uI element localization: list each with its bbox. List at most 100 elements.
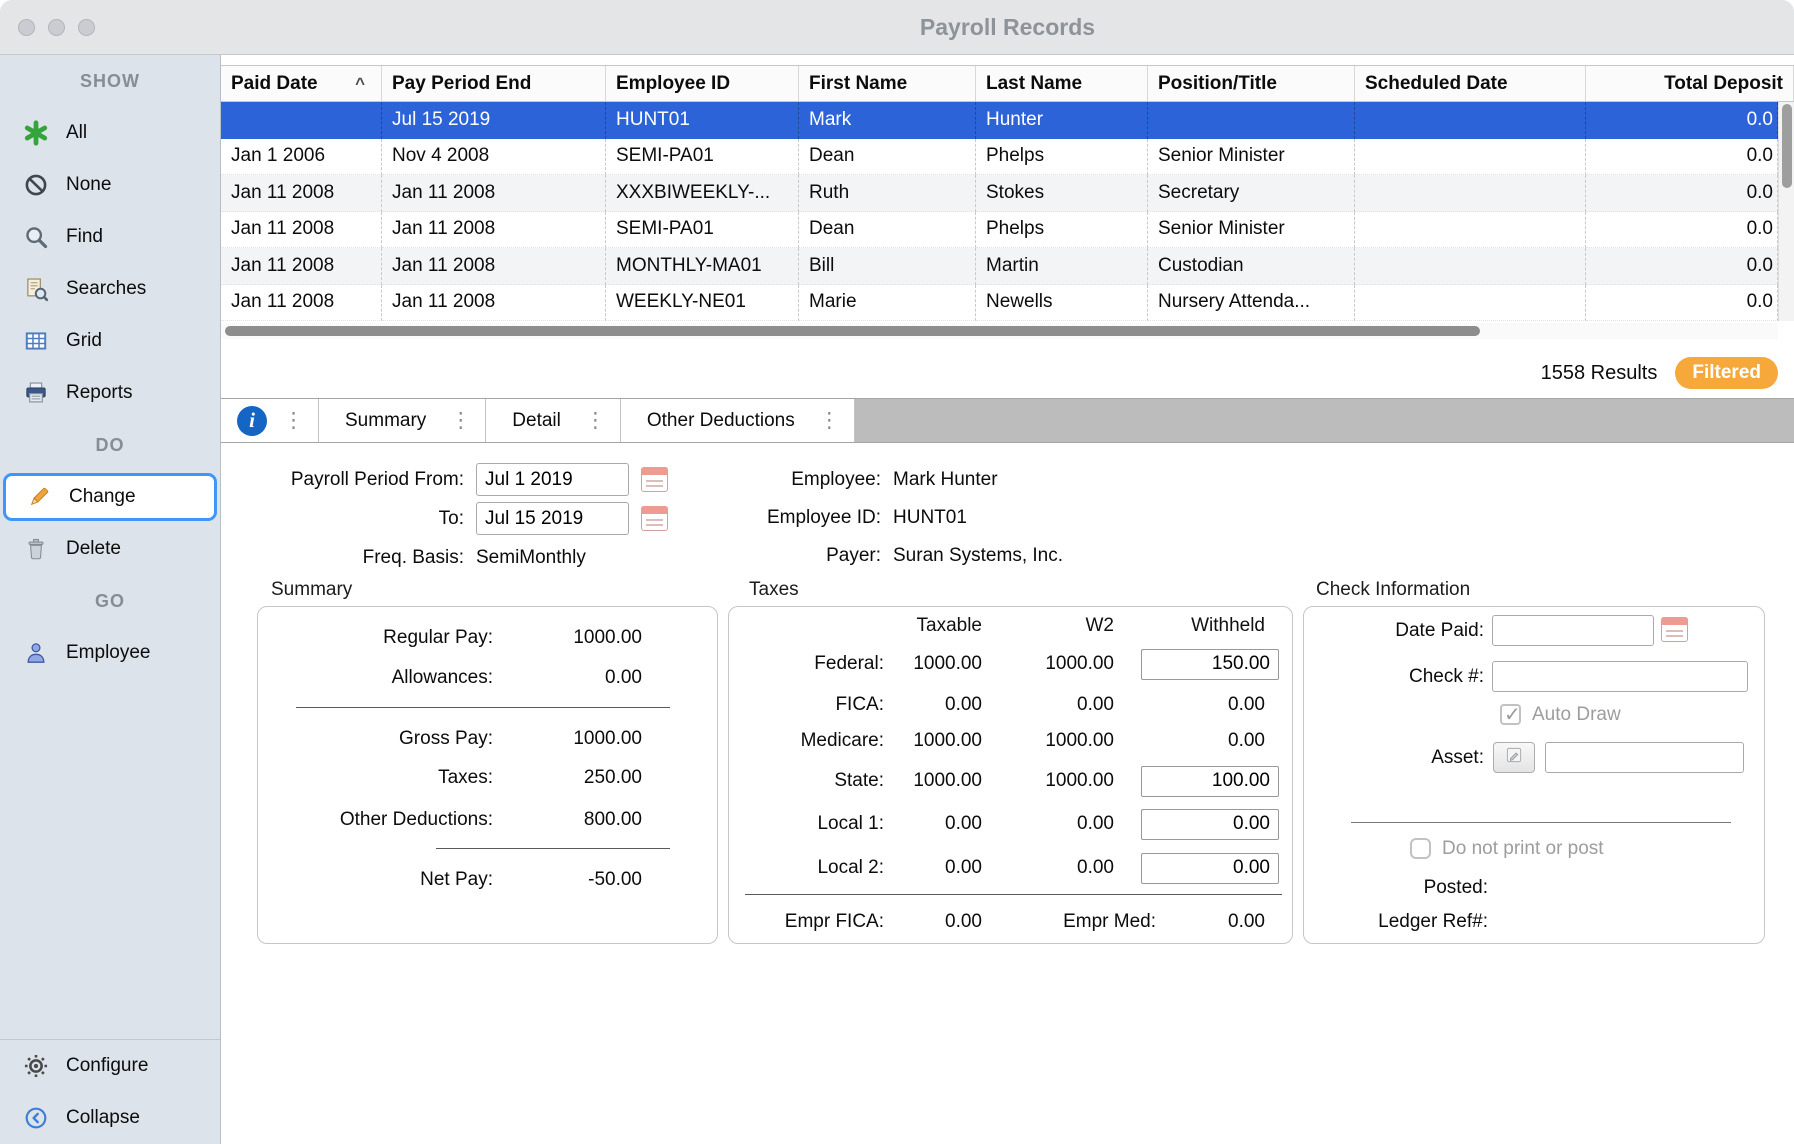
- sidebar-item-none[interactable]: None: [0, 159, 220, 211]
- table-cell: 0.0: [1586, 139, 1778, 176]
- other-deductions-value: 800.00: [493, 809, 642, 831]
- vertical-scrollbar[interactable]: [1778, 102, 1794, 321]
- info-button[interactable]: [221, 399, 319, 442]
- column-header-pay-period-end[interactable]: Pay Period End: [382, 66, 606, 101]
- table-cell: Nursery Attenda...: [1148, 285, 1355, 322]
- sidebar-item-change[interactable]: Change: [3, 473, 217, 521]
- horizontal-scrollbar[interactable]: [221, 323, 1778, 339]
- drag-handle-icon[interactable]: [819, 410, 840, 431]
- posted-label: Posted:: [1308, 871, 1488, 905]
- column-header-employee-id[interactable]: Employee ID: [606, 66, 799, 101]
- drag-handle-icon[interactable]: [283, 410, 304, 431]
- column-header-last-name[interactable]: Last Name: [976, 66, 1148, 101]
- table-cell: Jan 11 2008: [221, 248, 382, 285]
- table-cell: 0.0: [1586, 248, 1778, 285]
- sidebar-item-grid[interactable]: Grid: [0, 315, 220, 367]
- column-header-scheduled-date[interactable]: Scheduled Date: [1355, 66, 1586, 101]
- auto-draw-checkbox[interactable]: [1500, 704, 1521, 725]
- sidebar-item-all[interactable]: All: [0, 107, 220, 159]
- horizontal-scrollbar-thumb[interactable]: [225, 326, 1480, 336]
- filtered-badge[interactable]: Filtered: [1675, 357, 1778, 389]
- date-paid-input[interactable]: [1492, 615, 1654, 646]
- column-label: Paid Date: [231, 73, 318, 95]
- column-header-position-title[interactable]: Position/Title: [1148, 66, 1355, 101]
- table-row[interactable]: Jan 1 2006 Nov 4 2008 SEMI-PA01 Dean Phe…: [221, 139, 1778, 176]
- medicare-withheld: 0.00: [1128, 730, 1279, 752]
- taxes-value: 250.00: [493, 767, 642, 789]
- sidebar-item-label: Change: [69, 486, 136, 508]
- sidebar-item-configure[interactable]: Configure: [0, 1040, 220, 1092]
- state-withheld-input[interactable]: [1141, 766, 1279, 797]
- sidebar-section-do: DO: [0, 419, 220, 471]
- tab-detail[interactable]: Detail: [486, 399, 621, 442]
- sidebar: SHOW All None Find Searches Grid Reports…: [0, 55, 221, 1144]
- empr-fica-value: 0.00: [884, 911, 996, 933]
- column-header-paid-date[interactable]: Paid Date^: [221, 66, 382, 101]
- sidebar-item-reports[interactable]: Reports: [0, 367, 220, 419]
- regular-pay-value: 1000.00: [493, 627, 642, 649]
- drag-handle-icon[interactable]: [585, 410, 606, 431]
- local1-withheld-input[interactable]: [1141, 809, 1279, 840]
- minimize-button[interactable]: [48, 19, 65, 36]
- table-header: Paid Date^ Pay Period End Employee ID Fi…: [221, 65, 1794, 102]
- payroll-records-window: Payroll Records SHOW All None Find Searc…: [0, 0, 1794, 1144]
- table-cell: WEEKLY-NE01: [606, 285, 799, 322]
- vertical-scrollbar-thumb[interactable]: [1782, 104, 1792, 188]
- medicare-taxable: 1000.00: [884, 730, 996, 752]
- sidebar-item-find[interactable]: Find: [0, 211, 220, 263]
- table-row-selected[interactable]: Jul 15 2019 HUNT01 Mark Hunter 0.0: [221, 102, 1778, 139]
- drag-handle-icon[interactable]: [450, 410, 471, 431]
- do-not-print-label: Do not print or post: [1442, 837, 1604, 861]
- table-cell: [1148, 102, 1355, 139]
- zoom-button[interactable]: [78, 19, 95, 36]
- saved-searches-icon: [22, 275, 50, 303]
- calendar-icon[interactable]: [1661, 617, 1688, 642]
- info-icon: [237, 406, 267, 436]
- sidebar-item-delete[interactable]: Delete: [0, 523, 220, 575]
- table-cell: HUNT01: [606, 102, 799, 139]
- sidebar-item-label: Reports: [66, 382, 133, 404]
- asset-picker-button[interactable]: [1493, 742, 1535, 773]
- taxes-label: Taxes:: [258, 767, 493, 789]
- table-cell: Phelps: [976, 139, 1148, 176]
- local2-withheld-input[interactable]: [1141, 853, 1279, 884]
- column-label: Scheduled Date: [1365, 73, 1508, 95]
- allowances-value: 0.00: [493, 667, 642, 689]
- grid-icon: [22, 327, 50, 355]
- close-button[interactable]: [18, 19, 35, 36]
- sidebar-item-label: None: [66, 174, 111, 196]
- sidebar-item-label: Searches: [66, 278, 146, 300]
- sidebar-item-collapse[interactable]: Collapse: [0, 1092, 220, 1144]
- federal-taxable: 1000.00: [884, 653, 996, 675]
- tab-bar: Summary Detail Other Deductions: [221, 398, 1794, 443]
- date-paid-label: Date Paid:: [1304, 614, 1484, 648]
- column-label: Position/Title: [1158, 73, 1277, 95]
- empr-fica-label: Empr FICA:: [729, 911, 884, 933]
- fica-label: FICA:: [729, 694, 884, 716]
- collapse-chevron-icon: [22, 1104, 50, 1132]
- table-row[interactable]: Jan 11 2008 Jan 11 2008 XXXBIWEEKLY-... …: [221, 175, 1778, 212]
- pencil-icon: [25, 483, 53, 511]
- asterisk-icon: [22, 119, 50, 147]
- table-cell: Phelps: [976, 212, 1148, 249]
- table-row[interactable]: Jan 11 2008 Jan 11 2008 SEMI-PA01 Dean P…: [221, 212, 1778, 249]
- column-header-total-deposit[interactable]: Total Deposit: [1586, 66, 1794, 101]
- table-cell: Jan 11 2008: [382, 175, 606, 212]
- table-row[interactable]: Jan 11 2008 Jan 11 2008 WEEKLY-NE01 Mari…: [221, 285, 1778, 322]
- local1-label: Local 1:: [729, 813, 884, 835]
- column-label: Employee ID: [616, 73, 730, 95]
- sidebar-item-employee[interactable]: Employee: [0, 627, 220, 679]
- tab-other-deductions[interactable]: Other Deductions: [621, 399, 855, 442]
- sidebar-item-label: Delete: [66, 538, 121, 560]
- table-row[interactable]: Jan 11 2008 Jan 11 2008 MONTHLY-MA01 Bil…: [221, 248, 1778, 285]
- table-cell: Custodian: [1148, 248, 1355, 285]
- net-pay-label: Net Pay:: [258, 869, 493, 891]
- check-number-input[interactable]: [1492, 661, 1748, 692]
- column-header-first-name[interactable]: First Name: [799, 66, 976, 101]
- federal-withheld-input[interactable]: [1141, 649, 1279, 680]
- tab-summary[interactable]: Summary: [319, 399, 486, 442]
- do-not-print-checkbox[interactable]: [1410, 838, 1431, 859]
- sidebar-item-searches[interactable]: Searches: [0, 263, 220, 315]
- asset-input[interactable]: [1545, 742, 1744, 773]
- table-cell: Nov 4 2008: [382, 139, 606, 176]
